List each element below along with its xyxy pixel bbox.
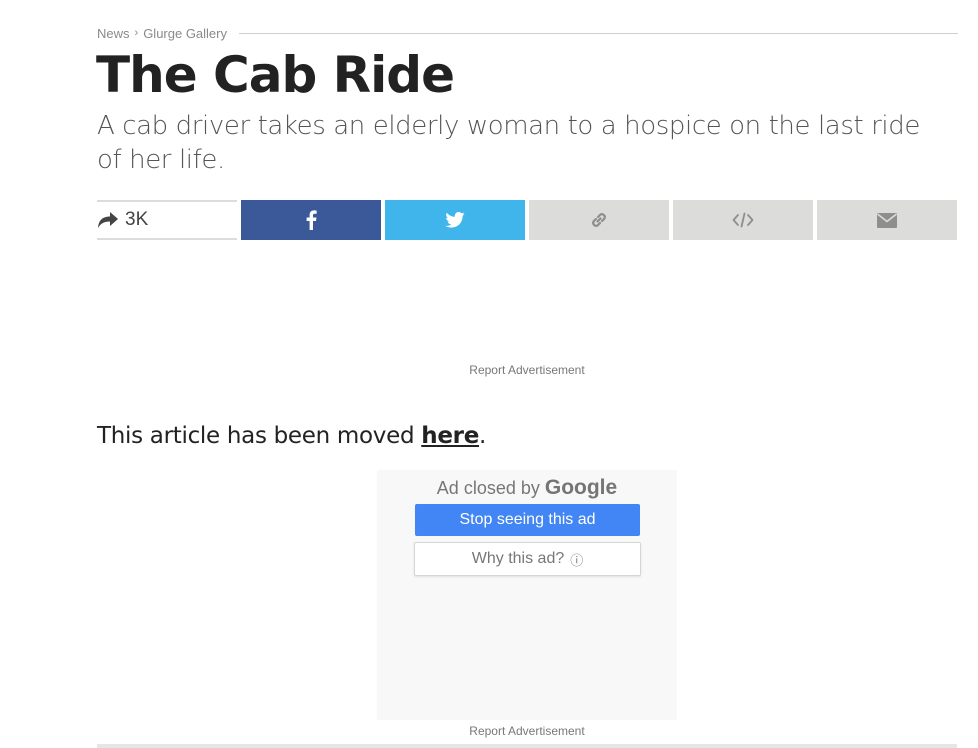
twitter-icon — [445, 212, 465, 228]
breadcrumb-glurge-gallery[interactable]: Glurge Gallery — [143, 26, 227, 41]
page-title: The Cab Ride — [96, 46, 455, 104]
embed-code-button[interactable] — [673, 200, 813, 240]
copy-link-button[interactable] — [529, 200, 669, 240]
share-count: 3K — [97, 200, 237, 240]
twitter-share-button[interactable] — [385, 200, 525, 240]
page-subtitle: A cab driver takes an elderly woman to a… — [97, 111, 920, 175]
breadcrumb-separator: › — [134, 27, 139, 39]
facebook-share-button[interactable] — [241, 200, 381, 240]
link-icon — [592, 213, 606, 227]
content-divider — [97, 744, 957, 748]
report-advertisement-link[interactable]: Report Advertisement — [0, 363, 978, 377]
info-icon: ⓘ — [570, 552, 584, 568]
why-this-ad-button[interactable]: Why this ad? ⓘ — [414, 542, 641, 576]
share-bar: 3K — [97, 200, 957, 240]
ad-closed-text: Ad closed by — [436, 478, 545, 498]
moved-notice-period: . — [479, 423, 487, 449]
email-icon — [877, 212, 897, 228]
breadcrumb-news[interactable]: News — [97, 26, 130, 41]
moved-notice-text: This article has been moved — [97, 423, 422, 449]
breadcrumb: News › Glurge Gallery — [97, 24, 958, 42]
why-this-ad-label: Why this ad? — [471, 550, 565, 567]
facebook-icon — [306, 210, 317, 230]
breadcrumb-divider — [239, 32, 958, 34]
embed-code-icon — [732, 212, 754, 228]
google-logo: Google — [544, 476, 618, 499]
share-arrow-icon — [98, 212, 118, 228]
ad-closed-message: Ad closed by Google — [377, 476, 677, 500]
moved-here-link[interactable]: here — [421, 423, 479, 449]
report-advertisement-link-bottom[interactable]: Report Advertisement — [0, 724, 978, 738]
moved-notice: This article has been moved here. — [97, 423, 486, 449]
share-count-value: 3K — [125, 209, 149, 230]
stop-seeing-ad-button[interactable]: Stop seeing this ad — [415, 504, 640, 536]
email-share-button[interactable] — [817, 200, 957, 240]
closed-ad-panel: Ad closed by Google Stop seeing this ad … — [377, 470, 677, 720]
